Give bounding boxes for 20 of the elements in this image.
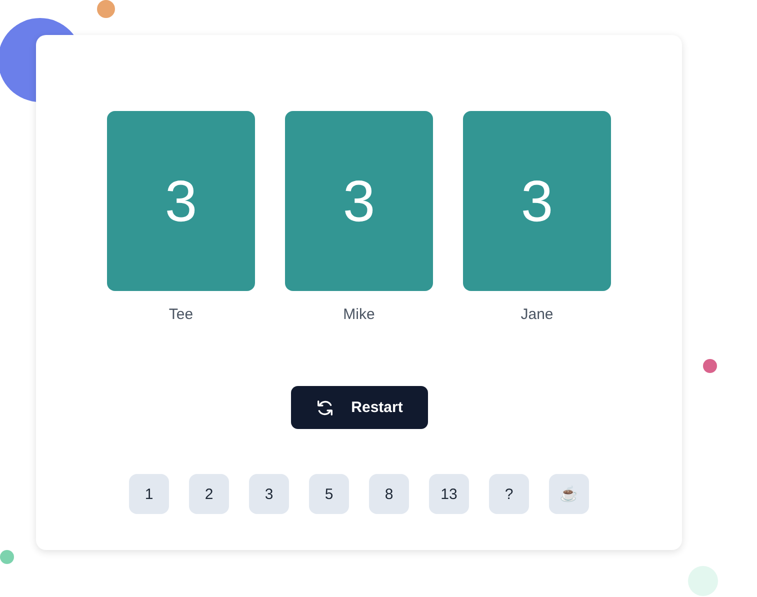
decorative-dot [0, 550, 14, 564]
vote-option-button[interactable]: 13 [429, 474, 469, 514]
decorative-dot [703, 359, 717, 373]
vote-option-button[interactable]: ☕ [549, 474, 589, 514]
vote-option-button[interactable]: ? [489, 474, 529, 514]
player-name: Tee [168, 306, 194, 323]
vote-card: 3 [107, 111, 255, 291]
vote-option-button[interactable]: 1 [129, 474, 169, 514]
vote-card: 3 [285, 111, 433, 291]
decorative-dot [97, 0, 115, 18]
decorative-dot [688, 566, 718, 596]
player-name: Mike [343, 306, 375, 323]
player-name: Jane [520, 306, 554, 323]
vote-card: 3 [463, 111, 611, 291]
refresh-icon [315, 398, 336, 418]
vote-option-button[interactable]: 3 [249, 474, 289, 514]
vote-option-button[interactable]: 8 [369, 474, 409, 514]
vote-option-button[interactable]: 5 [309, 474, 349, 514]
restart-button[interactable]: Restart [290, 386, 428, 429]
vote-option-button[interactable]: 2 [189, 474, 229, 514]
